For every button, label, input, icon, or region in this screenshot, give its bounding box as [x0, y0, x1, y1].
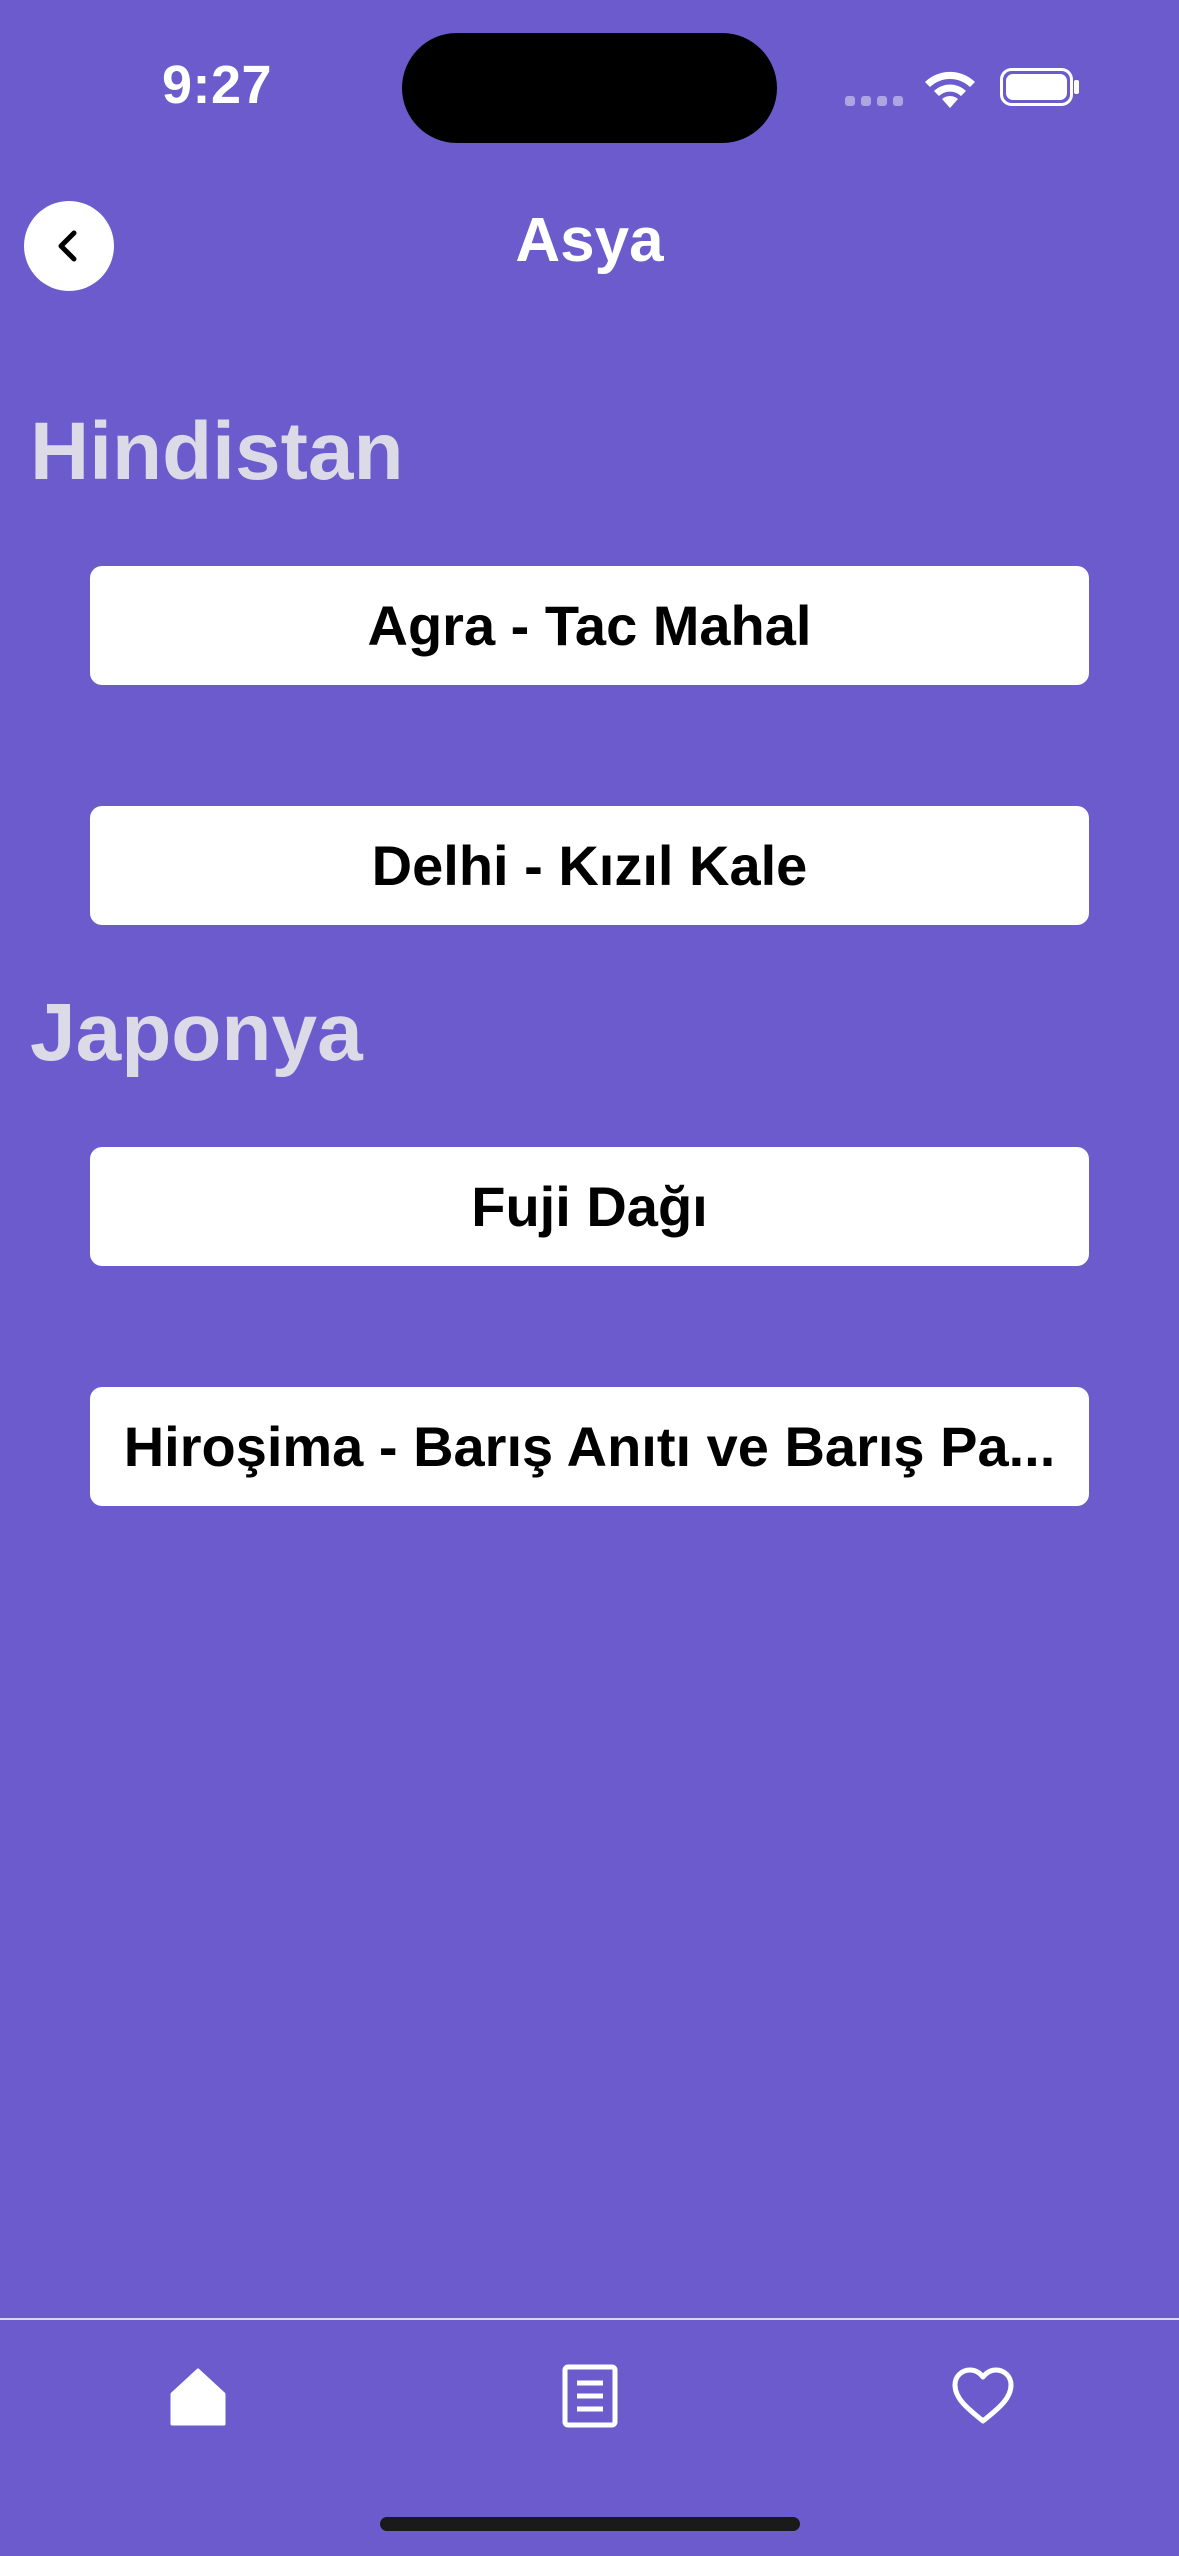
place-button-label: Agra - Tac Mahal	[367, 594, 812, 657]
place-button-delhi[interactable]: Delhi - Kızıl Kale	[90, 806, 1089, 925]
status-time: 9:27	[162, 55, 273, 115]
section-title-japonya: Japonya	[30, 987, 363, 1078]
battery-icon	[1000, 68, 1079, 106]
cellular-signal-icon	[845, 96, 903, 106]
tab-favorites[interactable]	[943, 2358, 1023, 2434]
place-button-agra[interactable]: Agra - Tac Mahal	[90, 566, 1089, 685]
place-button-label: Delhi - Kızıl Kale	[371, 834, 808, 897]
heart-icon	[952, 2367, 1014, 2424]
home-indicator	[380, 2517, 800, 2531]
tab-list[interactable]	[550, 2358, 630, 2434]
place-button-label: Fuji Dağı	[471, 1175, 708, 1238]
place-button-fuji[interactable]: Fuji Dağı	[90, 1147, 1089, 1266]
tab-bar-divider	[0, 2318, 1179, 2320]
place-button-hiroshima[interactable]: Hiroşima - Barış Anıtı ve Barış Pa...	[90, 1387, 1089, 1506]
wifi-icon	[925, 71, 975, 108]
section-title-hindistan: Hindistan	[30, 406, 404, 497]
dynamic-island	[402, 33, 777, 143]
tab-home[interactable]	[158, 2358, 238, 2434]
home-icon	[170, 2368, 226, 2426]
place-button-label: Hiroşima - Barış Anıtı ve Barış Pa...	[123, 1415, 1056, 1478]
page-title: Asya	[515, 206, 664, 275]
document-icon	[562, 2364, 618, 2428]
